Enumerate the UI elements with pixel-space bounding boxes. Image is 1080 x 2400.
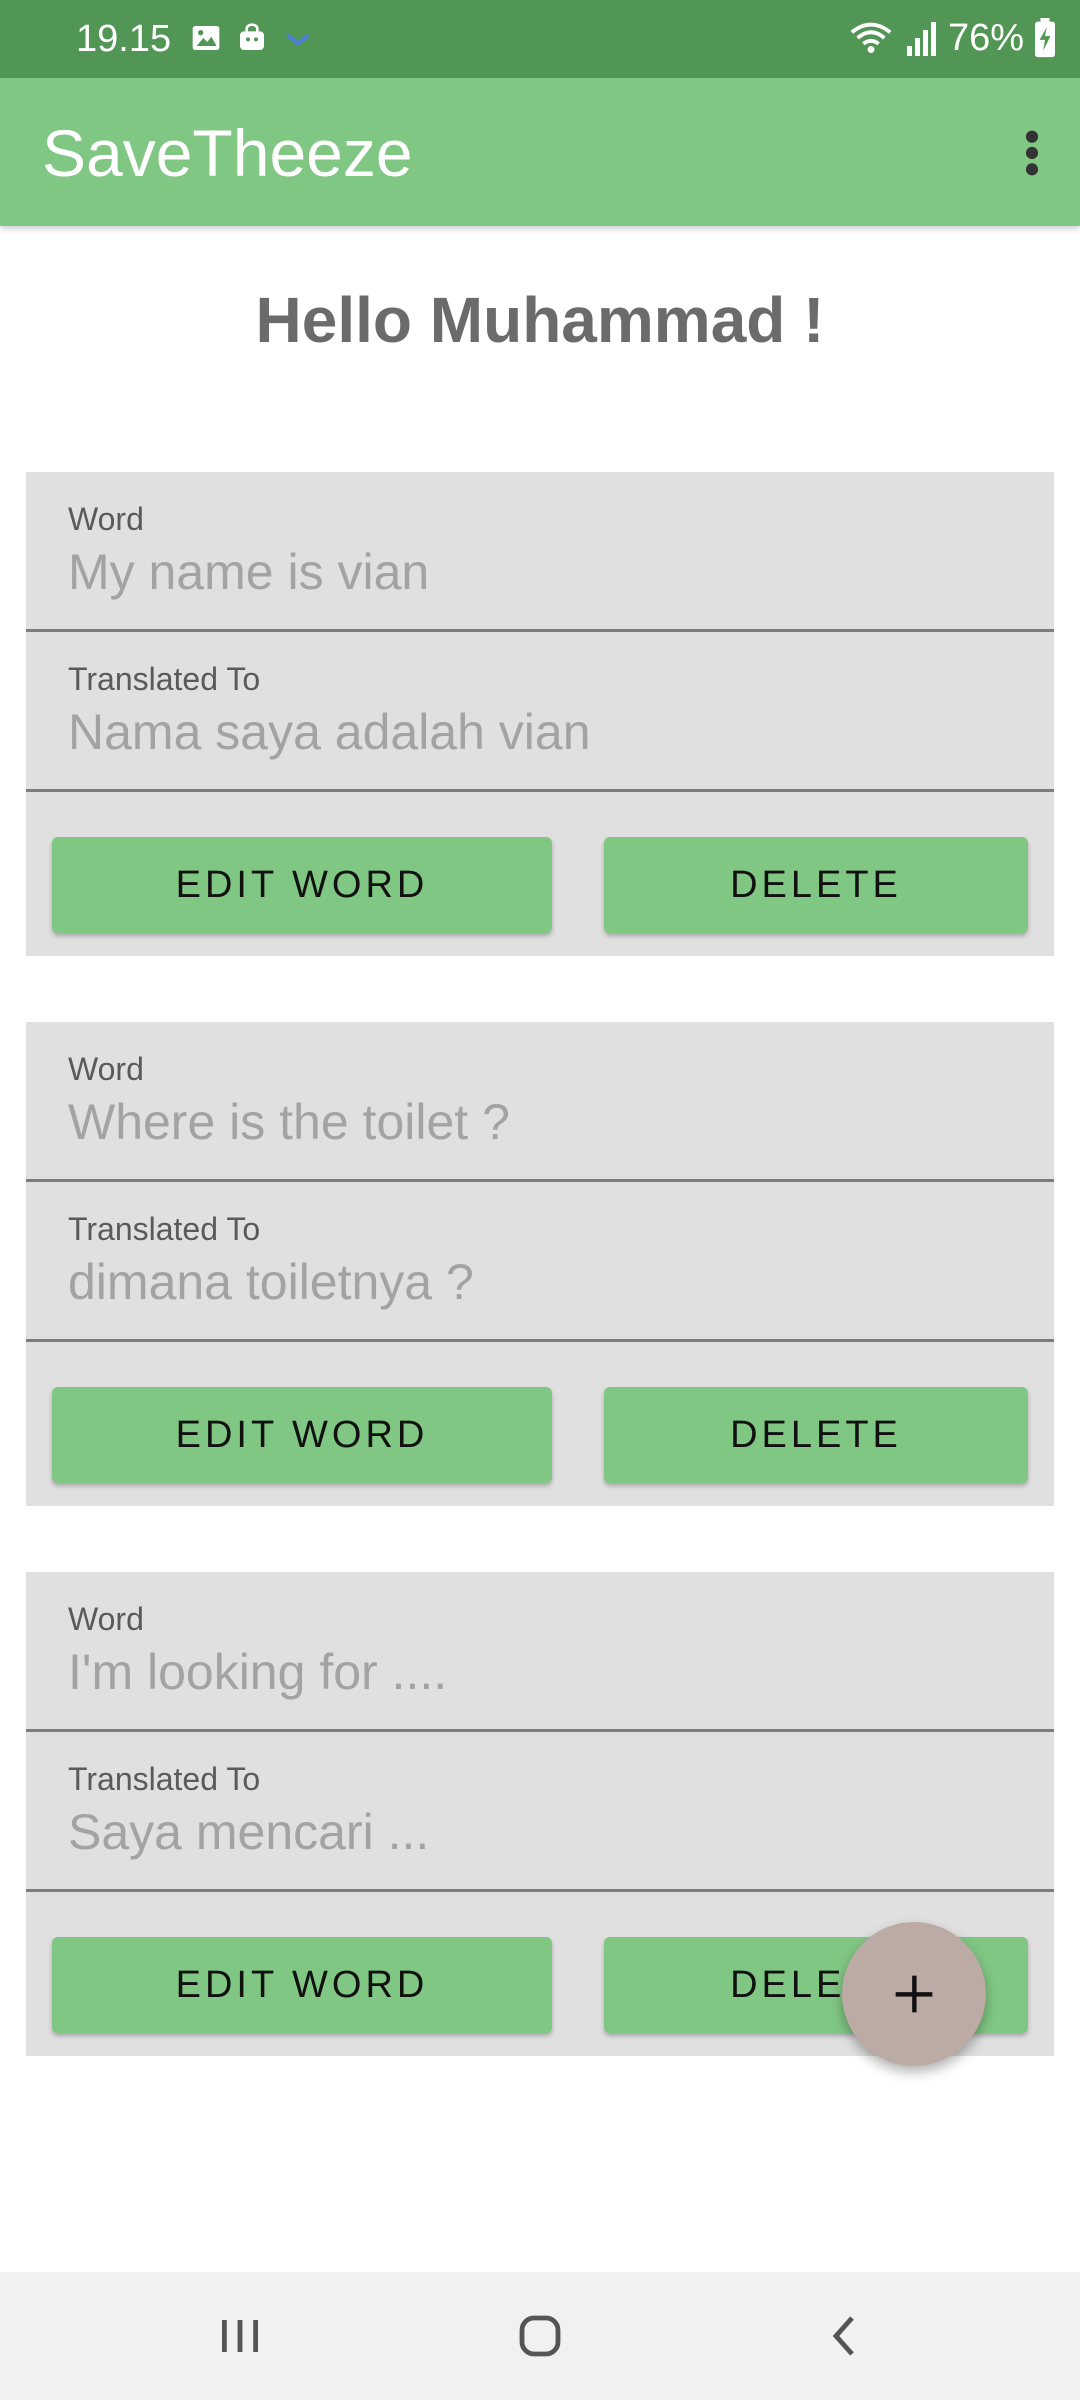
back-icon [832, 2316, 854, 2356]
translation-label: Translated To [68, 661, 261, 697]
word-value: Where is the toilet ? [68, 1094, 510, 1150]
battery-charging-icon [1035, 18, 1055, 58]
more-options-button[interactable] [1002, 114, 1062, 192]
delete-button[interactable]: DELETE [604, 837, 1028, 933]
home-icon [519, 2315, 561, 2357]
word-card: Word My name is vian Translated To Nama … [26, 472, 1054, 956]
word-label: Word [68, 501, 144, 537]
word-value: I'm looking for .... [68, 1644, 448, 1700]
app-bar: SaveTheeze [0, 78, 1080, 226]
translation-value: Saya mencari ... [68, 1804, 430, 1860]
word-field[interactable]: Word My name is vian [26, 472, 1054, 632]
battery-percentage: 76% [947, 17, 1024, 59]
image-icon [192, 26, 220, 50]
home-button[interactable] [510, 2306, 570, 2366]
translation-label: Translated To [68, 1761, 261, 1797]
add-icon [895, 1975, 933, 2013]
word-card: Word Where is the toilet ? Translated To… [26, 1022, 1054, 1506]
recent-apps-button[interactable] [210, 2306, 270, 2366]
translation-field[interactable]: Translated To Saya mencari ... [26, 1732, 1054, 1892]
status-time: 19.15 [76, 18, 172, 60]
shopping-bag-icon [240, 23, 264, 50]
system-status: 76% [848, 14, 1056, 62]
translation-value: Nama saya adalah vian [68, 704, 591, 760]
translation-field[interactable]: Translated To Nama saya adalah vian [26, 632, 1054, 792]
translation-field[interactable]: Translated To dimana toiletnya ? [26, 1182, 1054, 1342]
word-label: Word [68, 1601, 144, 1637]
system-nav-bar [0, 2272, 1080, 2400]
add-word-fab[interactable] [842, 1922, 986, 2066]
edit-word-button[interactable]: EDIT WORD [52, 1937, 552, 2033]
wifi-icon [850, 22, 892, 53]
edit-word-button[interactable]: EDIT WORD [52, 1387, 552, 1483]
download-icon [286, 33, 310, 46]
notification-icons [190, 22, 314, 54]
word-field[interactable]: Word Where is the toilet ? [26, 1022, 1054, 1182]
word-value: My name is vian [68, 544, 430, 600]
translation-value: dimana toiletnya ? [68, 1254, 474, 1310]
delete-button[interactable]: DELETE [604, 1387, 1028, 1483]
more-vert-icon [1025, 130, 1039, 176]
edit-word-button[interactable]: EDIT WORD [52, 837, 552, 933]
status-bar: 19.15 76% [0, 0, 1080, 78]
signal-icon [906, 22, 936, 56]
translation-label: Translated To [68, 1211, 261, 1247]
greeting-text: Hello Muhammad ! [255, 284, 825, 356]
word-field[interactable]: Word I'm looking for .... [26, 1572, 1054, 1732]
back-button[interactable] [814, 2306, 874, 2366]
word-label: Word [68, 1051, 144, 1087]
recent-apps-icon [222, 2320, 258, 2352]
app-title: SaveTheeze [42, 116, 413, 190]
